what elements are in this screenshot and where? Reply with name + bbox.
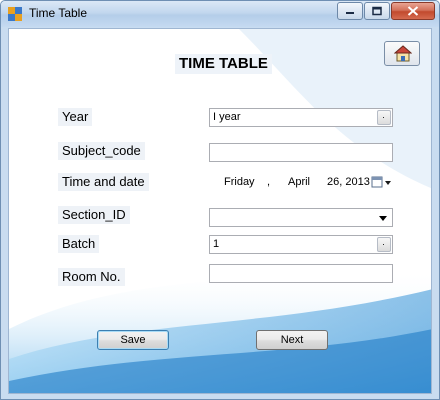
title-bar[interactable]: Time Table xyxy=(1,1,439,27)
time-and-date-label: Time and date xyxy=(58,173,149,191)
chevron-down-icon[interactable] xyxy=(378,213,388,223)
date-separator: , xyxy=(267,176,271,188)
page-title: TIME TABLE xyxy=(175,54,272,74)
batch-spin-button[interactable]: · xyxy=(377,237,391,252)
room-no-input[interactable] xyxy=(209,264,393,283)
year-spinner[interactable]: I year · xyxy=(209,108,393,127)
section-id-dropdown[interactable] xyxy=(209,208,393,227)
date-month[interactable]: April xyxy=(288,173,310,192)
next-button[interactable]: Next xyxy=(256,330,328,350)
calendar-dropdown-icon[interactable] xyxy=(371,175,393,190)
batch-label: Batch xyxy=(58,235,100,253)
maximize-icon xyxy=(372,6,382,16)
batch-value: 1 xyxy=(213,238,220,250)
date-day-year[interactable]: 26, 2013 xyxy=(327,173,370,192)
minimize-icon xyxy=(346,12,354,14)
section-id-label: Section_ID xyxy=(58,206,130,224)
spin-icon: · xyxy=(382,239,385,249)
date-weekday[interactable]: Friday xyxy=(224,173,255,192)
time-table-window: Time Table TIME TABLE Year I year · Subj… xyxy=(0,0,440,400)
year-value: I year xyxy=(213,111,241,123)
year-spin-button[interactable]: · xyxy=(377,110,391,125)
subject-code-input[interactable] xyxy=(209,143,393,162)
app-icon xyxy=(8,7,22,21)
home-icon xyxy=(394,45,412,62)
batch-spinner[interactable]: 1 · xyxy=(209,235,393,254)
year-label: Year xyxy=(58,108,93,126)
home-button[interactable] xyxy=(384,41,420,66)
subject-code-label: Subject_code xyxy=(58,142,145,160)
form-client-area: TIME TABLE Year I year · Subject_code Ti… xyxy=(8,28,432,394)
minimize-button[interactable] xyxy=(337,2,363,20)
window-title: Time Table xyxy=(29,6,88,20)
save-button[interactable]: Save xyxy=(97,330,169,350)
maximize-button[interactable] xyxy=(364,2,390,20)
close-button[interactable] xyxy=(391,2,435,20)
date-time-picker[interactable]: Friday , April 26, 2013 xyxy=(209,173,393,192)
room-no-label: Room No. xyxy=(58,268,125,286)
close-icon xyxy=(407,6,419,16)
spin-icon: · xyxy=(382,112,385,122)
